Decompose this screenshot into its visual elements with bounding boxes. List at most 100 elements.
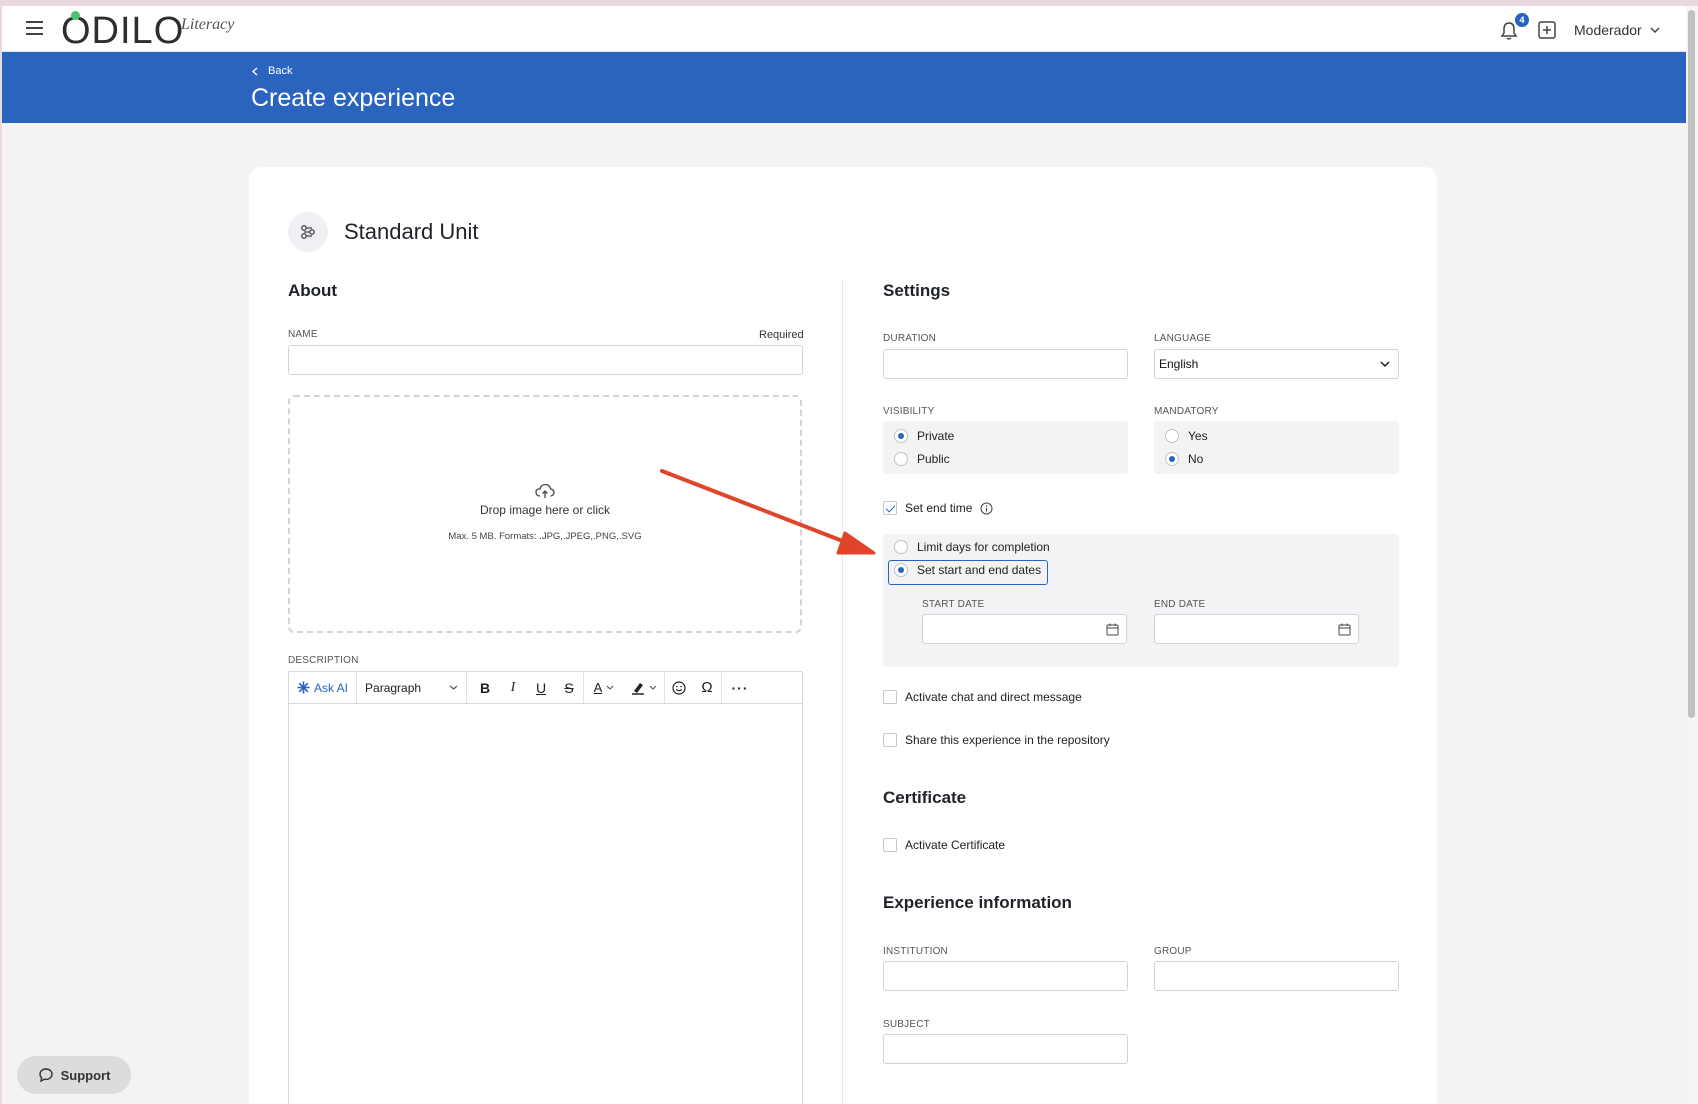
radio-unselected: [894, 540, 908, 554]
page-header: Back Create experience: [2, 52, 1686, 123]
checkbox-unchecked: [883, 733, 897, 747]
description-editor[interactable]: Ask AI Paragraph B I U S A Ω ···: [288, 671, 803, 1104]
radio-selected: [894, 563, 908, 577]
paragraph-style-select[interactable]: Paragraph: [357, 672, 468, 703]
settings-heading: Settings: [883, 281, 951, 300]
dropzone-text: Drop image here or click: [479, 503, 611, 517]
set-end-time-label: Set end time: [905, 501, 973, 515]
mandatory-yes-radio[interactable]: Yes: [1165, 429, 1208, 443]
activate-chat-label: Activate chat and direct message: [905, 690, 1082, 704]
more-options-icon[interactable]: ···: [722, 672, 758, 703]
user-menu[interactable]: Moderador: [1574, 20, 1660, 40]
radio-unselected: [1165, 429, 1179, 443]
visibility-private-radio[interactable]: Private: [894, 429, 954, 443]
limit-days-radio[interactable]: Limit days for completion: [894, 540, 1050, 554]
name-label: NAME: [288, 329, 318, 340]
page-title: Create experience: [251, 84, 456, 112]
special-characters-icon[interactable]: Ω: [693, 672, 721, 703]
back-link[interactable]: Back: [252, 65, 292, 77]
set-end-time-checkbox[interactable]: Set end time: [883, 501, 993, 515]
mandatory-no-label: No: [1188, 452, 1204, 466]
font-color-icon[interactable]: A: [584, 672, 624, 703]
radio-selected: [894, 429, 908, 443]
mandatory-no-radio[interactable]: No: [1165, 452, 1203, 466]
calendar-icon: [1106, 623, 1119, 636]
image-dropzone[interactable]: Drop image here or click Max. 5 MB. Form…: [288, 395, 802, 633]
unit-type-icon: [288, 212, 328, 252]
certificate-heading: Certificate: [883, 788, 967, 807]
description-label: DESCRIPTION: [288, 655, 359, 666]
radio-unselected: [894, 452, 908, 466]
window-frame-left: [0, 6, 2, 1104]
experience-form-card: Standard Unit About NAME Required Drop i…: [249, 167, 1437, 1104]
group-input[interactable]: [1154, 961, 1399, 991]
end-date-input[interactable]: [1154, 614, 1359, 644]
ask-ai-button[interactable]: Ask AI: [289, 672, 358, 703]
activate-chat-checkbox[interactable]: Activate chat and direct message: [883, 690, 1082, 704]
hamburger-menu-icon[interactable]: [26, 21, 43, 35]
logo-dot-icon: [71, 11, 80, 20]
italic-icon[interactable]: I: [499, 672, 527, 703]
start-end-dates-radio[interactable]: Set start and end dates: [894, 563, 1041, 577]
visibility-public-label: Public: [917, 452, 950, 466]
paragraph-label: Paragraph: [365, 680, 422, 695]
notification-badge: 4: [1515, 13, 1529, 27]
language-label: LANGUAGE: [1154, 333, 1212, 344]
strikethrough-icon[interactable]: S: [555, 672, 583, 703]
info-icon[interactable]: [980, 502, 993, 515]
cloud-upload-icon: [535, 483, 555, 498]
share-repository-label: Share this experience in the repository: [905, 733, 1110, 747]
top-navbar: ODILO Literacy 4 Moderador: [2, 6, 1686, 52]
checkbox-unchecked: [883, 690, 897, 704]
language-select[interactable]: English: [1154, 349, 1399, 379]
visibility-public-radio[interactable]: Public: [894, 452, 950, 466]
scrollbar-thumb[interactable]: [1688, 10, 1695, 718]
about-heading: About: [288, 281, 338, 300]
start-date-label: START DATE: [922, 599, 985, 610]
name-input[interactable]: [288, 345, 803, 375]
start-date-input[interactable]: [922, 614, 1127, 644]
share-repository-checkbox[interactable]: Share this experience in the repository: [883, 733, 1110, 747]
chevron-down-icon: [449, 685, 458, 690]
limit-days-label: Limit days for completion: [917, 540, 1050, 554]
duration-input[interactable]: [883, 349, 1128, 379]
subject-input[interactable]: [883, 1034, 1128, 1064]
back-label: Back: [268, 65, 293, 77]
group-label: GROUP: [1154, 946, 1192, 957]
visibility-private-label: Private: [917, 429, 955, 443]
required-label: Required: [759, 329, 804, 341]
chevron-left-icon: [252, 66, 258, 76]
subject-label: SUBJECT: [883, 1019, 930, 1030]
underline-icon[interactable]: U: [527, 672, 555, 703]
experience-info-heading: Experience information: [883, 893, 1072, 912]
sparkle-icon: [297, 681, 310, 694]
bold-icon[interactable]: B: [471, 672, 499, 703]
mandatory-label: MANDATORY: [1154, 406, 1219, 417]
duration-label: DURATION: [883, 333, 937, 344]
institution-input[interactable]: [883, 961, 1128, 991]
checkbox-unchecked: [883, 838, 897, 852]
logo-subtitle: Literacy: [181, 16, 235, 33]
activate-certificate-label: Activate Certificate: [905, 838, 1006, 852]
support-label: Support: [60, 1067, 111, 1083]
unit-title: Standard Unit: [344, 219, 479, 244]
emoji-icon[interactable]: [665, 672, 693, 703]
start-end-dates-label: Set start and end dates: [917, 563, 1042, 577]
highlight-color-icon[interactable]: [624, 672, 664, 703]
add-square-icon[interactable]: [1538, 21, 1556, 39]
radio-selected: [1165, 452, 1179, 466]
calendar-icon: [1338, 623, 1351, 636]
page-scrollbar[interactable]: [1686, 6, 1698, 1104]
activate-certificate-checkbox[interactable]: Activate Certificate: [883, 838, 1005, 852]
chevron-down-icon: [1650, 27, 1660, 33]
logo-wordmark: ODILO: [61, 10, 185, 52]
chat-bubble-icon: [38, 1068, 53, 1083]
institution-label: INSTITUTION: [883, 946, 948, 957]
dropzone-hint: Max. 5 MB. Formats: .JPG,.JPEG,.PNG,.SVG: [448, 531, 642, 542]
end-date-label: END DATE: [1154, 599, 1206, 610]
user-name: Moderador: [1574, 22, 1642, 38]
support-button[interactable]: Support: [17, 1056, 131, 1094]
visibility-label: VISIBILITY: [883, 406, 935, 417]
ask-ai-label: Ask AI: [314, 680, 349, 695]
language-value: English: [1159, 357, 1199, 371]
